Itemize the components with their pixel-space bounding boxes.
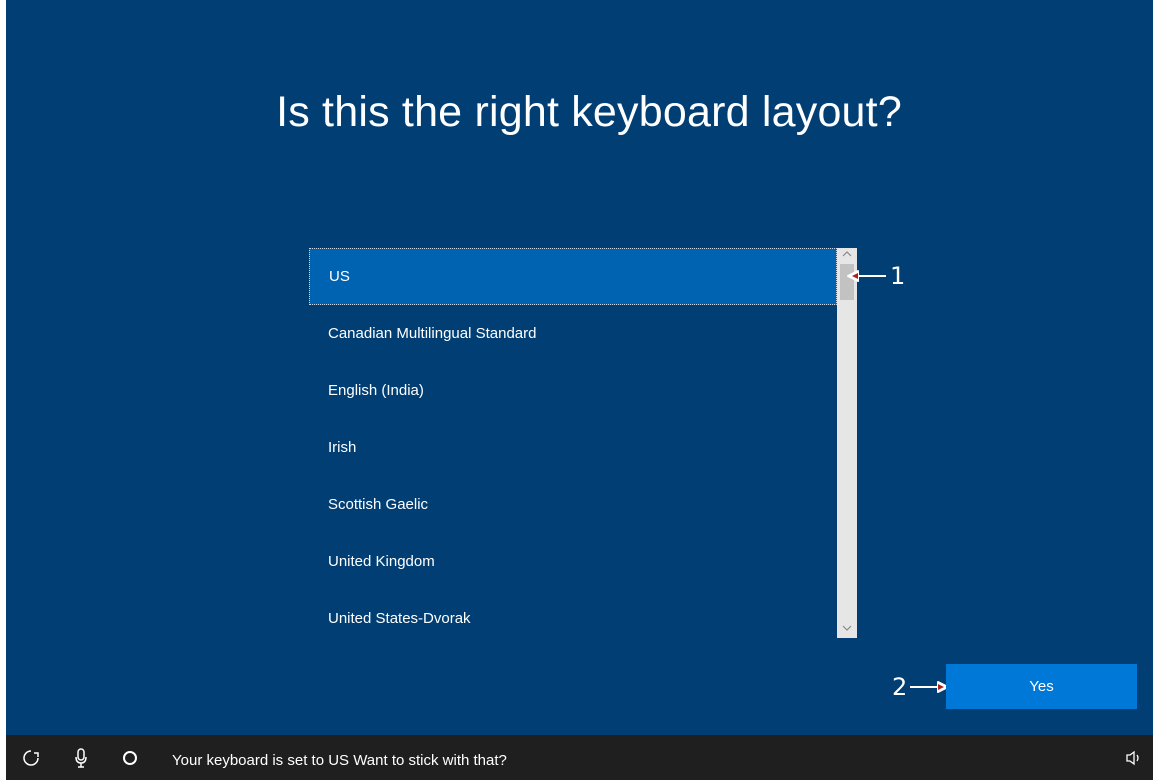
list-item[interactable]: United Kingdom <box>309 533 837 590</box>
microphone-icon[interactable] <box>66 735 96 780</box>
scroll-up-arrow-icon[interactable] <box>837 248 857 264</box>
list-item[interactable]: United States-Dvorak <box>309 590 837 647</box>
yes-button[interactable]: Yes <box>946 664 1137 709</box>
list-item-label: Irish <box>328 439 357 456</box>
page-title: Is this the right keyboard layout? <box>276 88 902 136</box>
annotation-marker-1: 1 <box>890 262 906 290</box>
list-item-label: US <box>329 268 350 285</box>
list-item-label: Scottish Gaelic <box>328 496 429 513</box>
status-text: Your keyboard is set to US Want to stick… <box>172 752 507 769</box>
list-item-label: English (India) <box>328 382 424 399</box>
list-item[interactable]: US <box>309 248 837 305</box>
list-item-label: United States-Dvorak <box>328 610 471 627</box>
volume-icon[interactable] <box>1119 735 1149 780</box>
cortana-icon[interactable] <box>115 735 145 780</box>
keyboard-layout-list[interactable]: US Canadian Multilingual Standard Englis… <box>309 248 857 638</box>
scroll-down-arrow-icon[interactable] <box>837 622 857 638</box>
list-item[interactable]: English (India) <box>309 362 837 419</box>
list-item[interactable]: Canadian Multilingual Standard <box>309 305 837 362</box>
annotation-arrow-left-icon <box>847 270 886 282</box>
annotation-marker-2: 2 <box>892 673 908 701</box>
oobe-taskbar: Your keyboard is set to US Want to stick… <box>6 735 1153 780</box>
setup-screen: Is this the right keyboard layout? US Ca… <box>6 0 1153 735</box>
list-scrollbar[interactable] <box>837 248 857 638</box>
list-item[interactable]: Scottish Gaelic <box>309 476 837 533</box>
list-item-label: Canadian Multilingual Standard <box>328 325 537 342</box>
list-item[interactable]: Irish <box>309 419 837 476</box>
list-item-label: United Kingdom <box>328 553 435 570</box>
ease-of-access-icon[interactable] <box>16 735 46 780</box>
